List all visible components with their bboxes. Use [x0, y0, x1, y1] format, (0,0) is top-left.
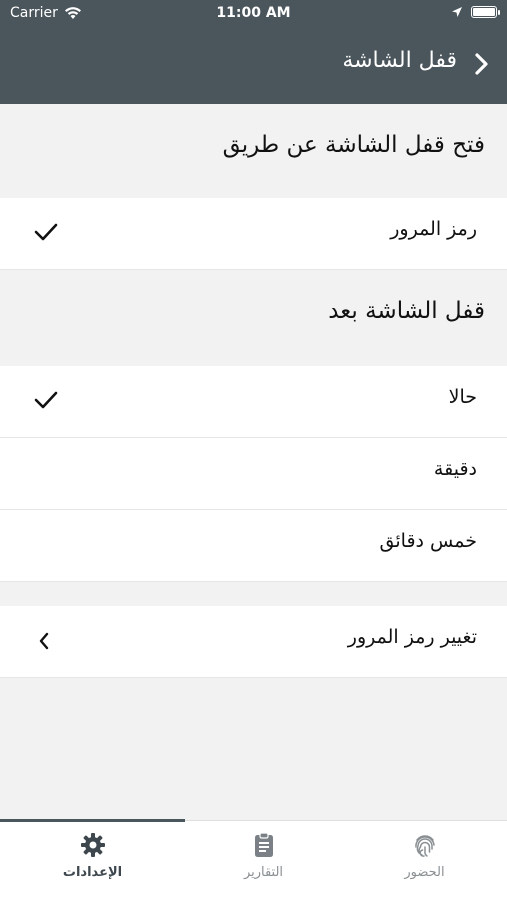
tab-reports-label: التقارير	[243, 865, 284, 880]
back-chevron-icon[interactable]	[471, 52, 491, 76]
row-passcode[interactable]: رمز المرور	[0, 198, 507, 270]
row-label-five-minutes: خمس دقائق	[379, 530, 477, 552]
status-time: 11:00 AM	[216, 5, 291, 21]
row-change-passcode[interactable]: تغيير رمز المرور	[0, 606, 507, 678]
row-label-immediately: حالا	[448, 386, 477, 408]
section-header-lock-after: قفل الشاشة بعد	[0, 270, 507, 366]
row-five-minutes[interactable]: خمس دقائق	[0, 510, 507, 582]
section-header-unlock: فتح قفل الشاشة عن طريق	[0, 104, 507, 198]
row-label-change-passcode: تغيير رمز المرور	[347, 626, 477, 648]
page-title: قفل الشاشة	[342, 48, 457, 73]
gear-icon	[80, 833, 105, 857]
tab-attendance-label: الحضور	[404, 865, 445, 880]
checkmark-icon	[34, 391, 58, 409]
row-immediately[interactable]: حالا	[0, 366, 507, 438]
tab-bar: الإعدادات التقارير الحضور	[0, 819, 507, 900]
tab-reports[interactable]: التقارير	[179, 831, 348, 897]
navigation-bar: قفل الشاشة	[0, 40, 507, 88]
tab-settings[interactable]: الإعدادات	[8, 831, 177, 897]
battery-icon	[471, 6, 500, 18]
tab-active-indicator	[0, 819, 185, 822]
row-label-one-minute: دقيقة	[433, 458, 477, 480]
status-right	[451, 6, 500, 18]
fingerprint-icon	[414, 835, 435, 857]
top-bar: Carrier 11:00 AM قفل الشاشة	[0, 0, 507, 104]
checkmark-icon	[34, 223, 58, 241]
section-title-unlock: فتح قفل الشاشة عن طريق	[222, 132, 485, 158]
status-bar: Carrier 11:00 AM	[0, 0, 507, 28]
section-title-lock-after: قفل الشاشة بعد	[328, 298, 485, 324]
row-one-minute[interactable]: دقيقة	[0, 438, 507, 510]
row-label-passcode: رمز المرور	[390, 218, 477, 240]
location-arrow-icon	[452, 7, 462, 17]
clipboard-icon	[254, 832, 273, 857]
tab-attendance[interactable]: الحضور	[340, 831, 507, 897]
tab-settings-label: الإعدادات	[62, 865, 123, 880]
chevron-left-icon	[39, 632, 49, 650]
